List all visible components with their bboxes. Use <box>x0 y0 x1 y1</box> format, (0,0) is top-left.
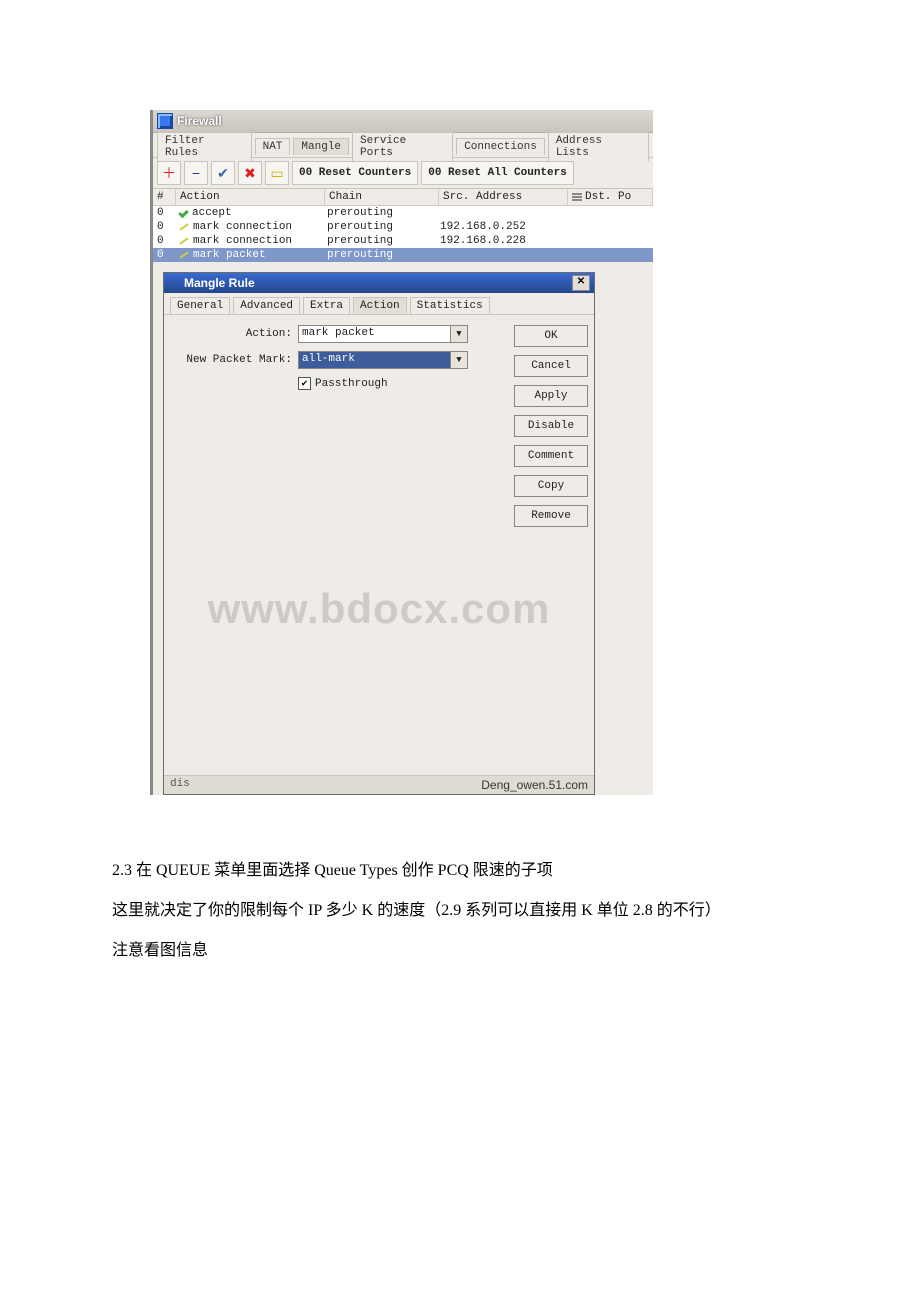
apply-button[interactable]: Apply <box>514 385 588 407</box>
col-action[interactable]: Action <box>176 189 325 205</box>
mangle-rule-tabs: General Advanced Extra Action Statistics <box>164 293 594 315</box>
status-right: Deng_owen.51.com <box>481 778 588 792</box>
label-action: Action: <box>170 328 298 340</box>
statusbar: dis Deng_owen.51.com <box>164 775 594 794</box>
tab-action[interactable]: Action <box>353 297 407 314</box>
document-body-text: 2.3 在 QUEUE 菜单里面选择 Queue Types 创作 PCQ 限速… <box>80 855 840 967</box>
firewall-window: Firewall Filter Rules NAT Mangle Service… <box>150 110 653 795</box>
status-left: dis <box>170 778 190 792</box>
rule-list-header: # Action Chain Src. Address Dst. Po <box>153 189 653 206</box>
mangle-rule-window: Mangle Rule ✕ General Advanced Extra Act… <box>163 272 595 795</box>
tab-nat[interactable]: NAT <box>255 138 291 155</box>
label-passthrough: Passthrough <box>315 378 388 390</box>
rule-list: 0 accept prerouting 0 mark connection pr… <box>153 206 653 262</box>
tab-connections[interactable]: Connections <box>456 138 545 155</box>
app-icon <box>157 113 173 129</box>
chevron-down-icon[interactable]: ▼ <box>450 351 468 369</box>
paragraph: 2.3 在 QUEUE 菜单里面选择 Queue Types 创作 PCQ 限速… <box>80 855 840 887</box>
pencil-icon <box>179 237 188 244</box>
table-row[interactable]: 0 mark connection prerouting 192.168.0.2… <box>153 220 653 234</box>
firewall-title: Firewall <box>177 114 222 128</box>
table-row[interactable]: 0 mark packet prerouting <box>153 248 653 262</box>
remove-button[interactable]: Remove <box>514 505 588 527</box>
tab-mangle[interactable]: Mangle <box>293 138 349 155</box>
tab-filter-rules[interactable]: Filter Rules <box>157 132 252 161</box>
app-icon <box>168 277 180 289</box>
tab-address-lists[interactable]: Address Lists <box>548 132 649 161</box>
action-select[interactable]: mark packet <box>298 325 451 343</box>
firewall-tabbar: Filter Rules NAT Mangle Service Ports Co… <box>153 133 653 158</box>
paragraph: 注意看图信息 <box>80 935 840 967</box>
ok-button[interactable]: OK <box>514 325 588 347</box>
col-chain[interactable]: Chain <box>325 189 439 205</box>
reset-all-counters-button[interactable]: 00 Reset All Counters <box>421 161 574 185</box>
comment-button[interactable]: ▭ <box>265 161 289 185</box>
passthrough-checkbox[interactable]: ✔ <box>298 377 311 390</box>
tab-statistics[interactable]: Statistics <box>410 297 490 314</box>
chevron-down-icon[interactable]: ▼ <box>450 325 468 343</box>
firewall-titlebar: Firewall <box>153 110 653 133</box>
copy-button[interactable]: Copy <box>514 475 588 497</box>
tab-general[interactable]: General <box>170 297 230 314</box>
comment-button[interactable]: Comment <box>514 445 588 467</box>
reset-counters-button[interactable]: 00 Reset Counters <box>292 161 418 185</box>
tab-service-ports[interactable]: Service Ports <box>352 132 453 161</box>
cancel-button[interactable]: Cancel <box>514 355 588 377</box>
new-packet-mark-select[interactable]: all-mark <box>298 351 451 369</box>
paragraph: 这里就决定了你的限制每个 IP 多少 K 的速度（2.9 系列可以直接用 K 单… <box>80 895 840 927</box>
col-src-address[interactable]: Src. Address <box>439 189 568 205</box>
remove-button[interactable]: − <box>184 161 208 185</box>
enable-button[interactable]: ✔ <box>211 161 235 185</box>
col-dst-po[interactable]: Dst. Po <box>568 189 653 205</box>
label-new-packet-mark: New Packet Mark: <box>170 354 298 366</box>
add-button[interactable]: ＋ <box>157 161 181 185</box>
table-row[interactable]: 0 accept prerouting <box>153 206 653 220</box>
mangle-rule-titlebar: Mangle Rule ✕ <box>164 273 594 293</box>
col-num[interactable]: # <box>153 189 176 205</box>
firewall-toolbar: ＋ − ✔ ✖ ▭ 00 Reset Counters 00 Reset All… <box>153 158 653 189</box>
accept-icon <box>178 208 189 219</box>
close-button[interactable]: ✕ <box>572 275 590 291</box>
pencil-icon <box>179 251 188 258</box>
disable-button[interactable]: Disable <box>514 415 588 437</box>
tab-advanced[interactable]: Advanced <box>233 297 300 314</box>
disable-button[interactable]: ✖ <box>238 161 262 185</box>
table-row[interactable]: 0 mark connection prerouting 192.168.0.2… <box>153 234 653 248</box>
pencil-icon <box>179 223 188 230</box>
tab-extra[interactable]: Extra <box>303 297 350 314</box>
mangle-rule-title: Mangle Rule <box>184 276 255 290</box>
